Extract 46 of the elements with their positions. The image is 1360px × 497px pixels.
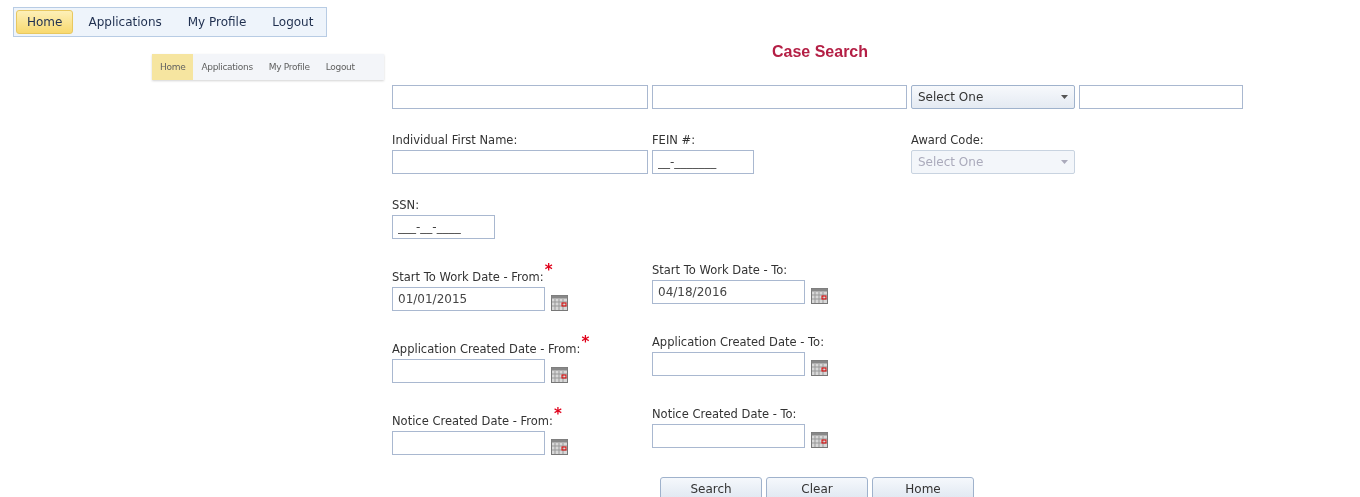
calendar-icon[interactable] bbox=[551, 293, 568, 311]
nav-tab[interactable]: Home bbox=[152, 54, 194, 80]
masked-field[interactable]: ___-__-____ bbox=[392, 215, 495, 239]
field-label: Application Created Date - To: bbox=[652, 335, 824, 349]
date-field[interactable]: 01/01/2015 bbox=[392, 287, 545, 311]
nav-tab[interactable]: Logout bbox=[261, 10, 325, 34]
nav-tab[interactable]: My Profile bbox=[260, 54, 318, 80]
masked-field[interactable]: __-_______ bbox=[652, 150, 754, 174]
dropdown-arrow-icon bbox=[1061, 95, 1068, 99]
required-mark: * bbox=[554, 405, 562, 423]
text-field[interactable] bbox=[392, 150, 648, 174]
nav-tab[interactable]: Logout bbox=[317, 54, 363, 80]
date-field[interactable] bbox=[652, 352, 805, 376]
field-label: Individual First Name: bbox=[392, 133, 518, 147]
calendar-icon[interactable] bbox=[551, 437, 568, 455]
nav-tab[interactable]: My Profile bbox=[176, 10, 258, 34]
text-field[interactable] bbox=[1079, 85, 1243, 109]
field-label: Notice Created Date - To: bbox=[652, 407, 797, 421]
dropdown-arrow-icon bbox=[1061, 160, 1068, 164]
field-label: FEIN #: bbox=[652, 133, 696, 147]
field-label: Start To Work Date - To: bbox=[652, 263, 788, 277]
nav-tab[interactable]: Applications bbox=[193, 54, 261, 80]
field-label: Notice Created Date - From: bbox=[392, 414, 553, 428]
calendar-icon[interactable] bbox=[811, 430, 828, 448]
calendar-icon[interactable] bbox=[811, 286, 828, 304]
field-label: Start To Work Date - From: bbox=[392, 270, 544, 284]
required-mark: * bbox=[581, 333, 590, 351]
date-field[interactable] bbox=[392, 359, 545, 383]
text-field[interactable] bbox=[392, 85, 648, 109]
text-field[interactable] bbox=[652, 85, 907, 109]
date-field[interactable] bbox=[392, 431, 545, 455]
dropdown[interactable]: Select One bbox=[911, 85, 1075, 109]
calendar-icon[interactable] bbox=[811, 358, 828, 376]
date-field[interactable]: 04/18/2016 bbox=[652, 280, 805, 304]
action-button[interactable]: Clear bbox=[766, 477, 868, 497]
page-title: Case Search bbox=[770, 43, 870, 61]
action-button[interactable]: Home bbox=[872, 477, 974, 497]
nav-tab[interactable]: Applications bbox=[77, 10, 173, 34]
field-label: SSN: bbox=[392, 198, 420, 212]
nav-tab[interactable]: Home bbox=[16, 10, 74, 34]
field-label: Application Created Date - From: bbox=[392, 342, 581, 356]
required-mark: * bbox=[544, 261, 553, 279]
date-field[interactable] bbox=[652, 424, 805, 448]
field-label: Award Code: bbox=[911, 133, 984, 147]
action-button[interactable]: Search bbox=[660, 477, 762, 497]
calendar-icon[interactable] bbox=[551, 365, 568, 383]
